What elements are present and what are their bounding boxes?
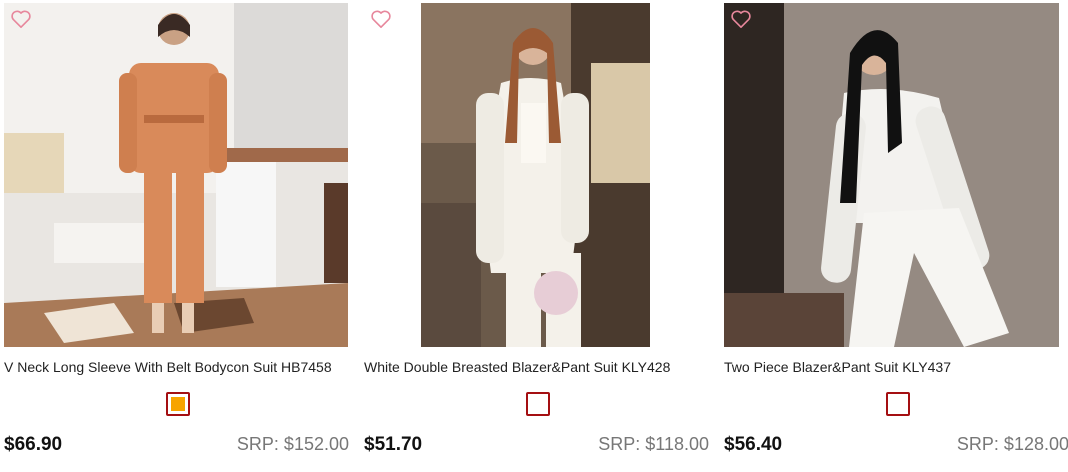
product-title[interactable]: Two Piece Blazer&Pant Suit KLY437 bbox=[724, 359, 1068, 375]
product-price: $66.90 bbox=[4, 434, 63, 455]
swatch-fill bbox=[531, 397, 545, 411]
product-card[interactable]: V Neck Long Sleeve With Belt Bodycon Sui… bbox=[4, 0, 349, 472]
product-srp: SRP: $128.00 bbox=[956, 434, 1068, 454]
color-swatch[interactable] bbox=[166, 392, 190, 416]
product-card[interactable]: White Double Breasted Blazer&Pant Suit K… bbox=[364, 0, 709, 472]
heart-outline-icon[interactable] bbox=[10, 9, 32, 29]
product-price: $51.70 bbox=[364, 434, 423, 455]
swatch-fill bbox=[891, 397, 905, 411]
product-image[interactable] bbox=[724, 3, 1059, 347]
product-srp: SRP: $118.00 bbox=[598, 434, 709, 454]
color-swatch[interactable] bbox=[886, 392, 910, 416]
product-price: $56.40 bbox=[724, 434, 783, 455]
heart-outline-icon[interactable] bbox=[370, 9, 392, 29]
product-title[interactable]: White Double Breasted Blazer&Pant Suit K… bbox=[364, 359, 709, 375]
product-image[interactable] bbox=[4, 3, 348, 347]
product-image[interactable] bbox=[421, 3, 650, 347]
heart-outline-icon[interactable] bbox=[730, 9, 752, 29]
product-title[interactable]: V Neck Long Sleeve With Belt Bodycon Sui… bbox=[4, 359, 349, 375]
product-card[interactable]: Two Piece Blazer&Pant Suit KLY437 $56.40… bbox=[724, 0, 1068, 472]
color-swatch[interactable] bbox=[526, 392, 550, 416]
swatch-fill bbox=[171, 397, 185, 411]
product-srp: SRP: $152.00 bbox=[236, 434, 349, 454]
